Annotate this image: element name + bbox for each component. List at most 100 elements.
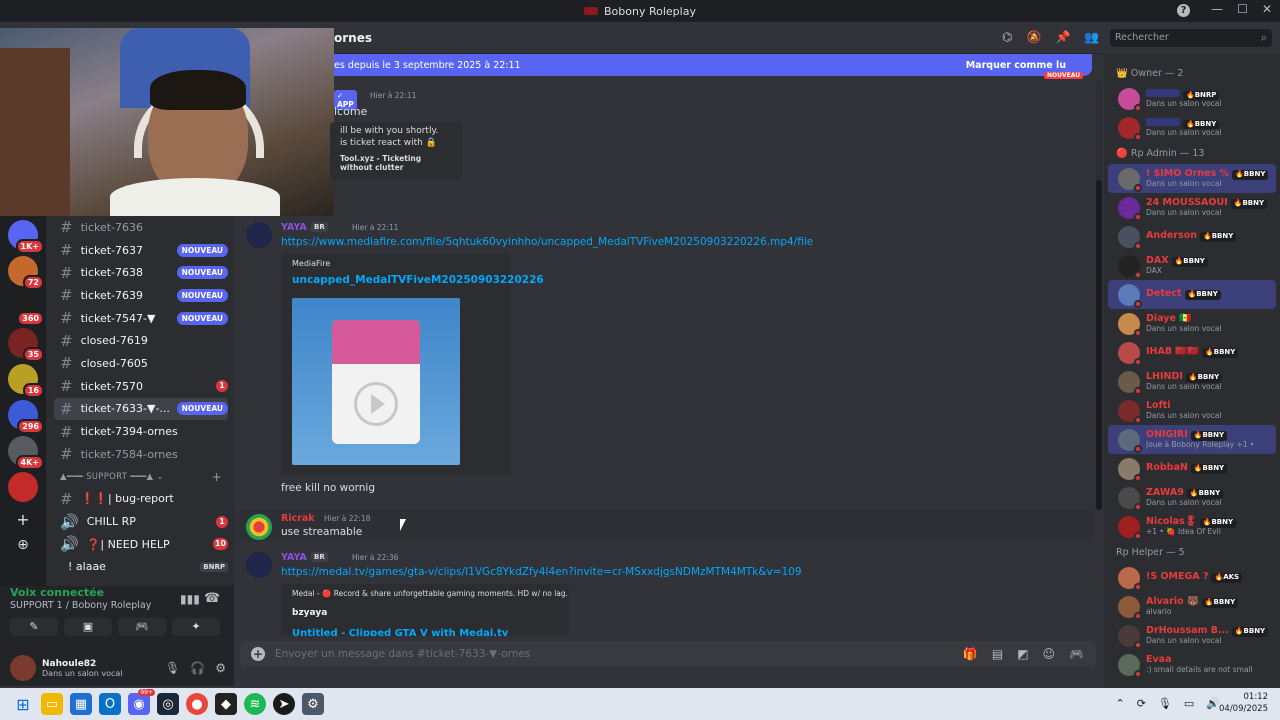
member-item[interactable]: ONIGIRI 🔥BBNY Joue à Bobony Roleplay +1 • bbox=[1108, 425, 1276, 454]
app-icon[interactable]: ◆ bbox=[215, 693, 237, 715]
member-item[interactable]: DrHoussam B... 🔥BBNY Dans un salon vocal bbox=[1108, 621, 1276, 650]
battery-icon[interactable]: ▭ bbox=[1184, 697, 1194, 710]
store-icon[interactable]: ▦ bbox=[70, 693, 92, 715]
channel-item[interactable]: 🔊 CHILL RP 1 bbox=[54, 510, 228, 533]
headphones-icon[interactable]: 🎧 bbox=[190, 661, 205, 675]
message-input[interactable]: Envoyer un message dans #ticket-7633-▼-o… bbox=[275, 648, 530, 660]
channel-item[interactable]: # ticket-7547-▼ NOUVEAU bbox=[54, 307, 228, 330]
close-button[interactable]: ✕ bbox=[1262, 2, 1272, 16]
channel-item[interactable]: # ticket-7637 NOUVEAU bbox=[54, 239, 228, 262]
member-item[interactable]: 🔥BBNY Dans un salon vocal bbox=[1108, 113, 1276, 142]
server-icon[interactable]: 16 bbox=[8, 364, 44, 398]
member-item[interactable]: RobbaN 🔥BBNY bbox=[1108, 454, 1276, 483]
member-item[interactable]: ! $IMO Ornes % 🔥BBNY Dans un salon vocal bbox=[1108, 164, 1276, 193]
gift-icon[interactable]: 🎁 bbox=[963, 647, 978, 661]
channel-item[interactable]: # ticket-7394-ornes bbox=[54, 420, 228, 443]
app-icon[interactable]: ➤ bbox=[273, 693, 295, 715]
message-scrollbar[interactable] bbox=[1096, 80, 1102, 510]
server-icon[interactable]: 72 bbox=[8, 256, 44, 290]
member-item[interactable]: Nicolas🎖 🔥BBNY +1 • 🍓 Idea Of Evil bbox=[1108, 512, 1276, 541]
emoji-icon[interactable]: ☺ bbox=[1043, 647, 1056, 661]
steam-icon[interactable]: ◎ bbox=[157, 693, 179, 715]
category-support[interactable]: ▲━━━ SUPPORT ━━━▲ ⌄ + bbox=[46, 466, 234, 488]
upload-plus-icon[interactable]: + bbox=[251, 647, 265, 661]
volume-icon[interactable]: 🔊 bbox=[1206, 697, 1220, 710]
discord-taskbar-icon[interactable]: ◉ 99+ bbox=[128, 689, 155, 715]
message-author[interactable]: Ricrak bbox=[281, 513, 315, 524]
add-server-icon[interactable]: + bbox=[0, 510, 46, 529]
member-item[interactable]: IHAB 🇲🇦🇲🇦 🔥BBNY bbox=[1108, 338, 1276, 367]
embed-provider[interactable]: MediaFire bbox=[292, 259, 330, 268]
camera-button[interactable]: ✎ bbox=[10, 618, 58, 636]
channel-item[interactable]: # ticket-7639 NOUVEAU bbox=[54, 284, 228, 307]
screen-share-button[interactable]: ▣ bbox=[64, 618, 112, 636]
sticker-icon[interactable]: ◩ bbox=[1017, 647, 1028, 661]
embed-title[interactable]: uncapped_MedalTVFiveM20250903220226 bbox=[292, 274, 544, 286]
member-item[interactable]: Lofti Dans un salon vocal bbox=[1108, 396, 1276, 425]
server-icon[interactable]: 1K+ bbox=[8, 220, 44, 254]
file-explorer-icon[interactable]: ▭ bbox=[41, 693, 63, 715]
threads-icon[interactable]: ⌬ bbox=[1002, 30, 1012, 44]
channel-item[interactable]: ! alaae BNRP bbox=[54, 556, 228, 579]
author-avatar[interactable] bbox=[246, 514, 272, 540]
member-item[interactable]: !S OMEGA ? 🔥AKS bbox=[1108, 563, 1276, 592]
clock[interactable]: 01:12 04/09/2025 bbox=[1219, 691, 1268, 715]
embed-provider[interactable]: Medal - 🔴 Record & share unforgettable g… bbox=[292, 589, 568, 598]
new-messages-bar[interactable]: es depuis le 3 septembre 2025 à 22:11 Ma… bbox=[334, 54, 1092, 76]
member-item[interactable]: Evaa:) small details are not small bbox=[1108, 650, 1276, 679]
channel-item[interactable]: # closed-7605 bbox=[54, 352, 228, 375]
voice-connected-label[interactable]: Voix connectée bbox=[10, 586, 104, 599]
explore-icon[interactable]: ⊕ bbox=[0, 537, 46, 553]
server-icon[interactable]: 296 bbox=[8, 400, 44, 434]
members-icon[interactable]: 👥 bbox=[1084, 30, 1099, 44]
mute-bell-icon[interactable]: 🔕 bbox=[1026, 30, 1041, 44]
member-item[interactable]: ZAWA9 🔥BBNY Dans un salon vocal bbox=[1108, 483, 1276, 512]
member-item[interactable]: Alvario 🐻 🔥BBNY alvario bbox=[1108, 592, 1276, 621]
channel-item[interactable]: # ticket-7638 NOUVEAU bbox=[54, 261, 228, 284]
user-name[interactable]: Nahoule82 bbox=[42, 659, 122, 669]
minimize-button[interactable]: — bbox=[1211, 2, 1223, 16]
voice-server-label[interactable]: SUPPORT 1 / Bobony Roleplay bbox=[10, 600, 151, 611]
channel-item[interactable]: 🔊 ❓| NEED HELP 10 bbox=[54, 533, 228, 556]
embed-thumbnail[interactable] bbox=[292, 298, 460, 465]
settings-icon[interactable]: ⚙ bbox=[302, 693, 324, 715]
message-author[interactable]: YAYA bbox=[281, 222, 307, 233]
embed-title[interactable]: Untitled - Clipped GTA V with Medal.tv bbox=[292, 628, 508, 636]
embed-author[interactable]: bzyaya bbox=[292, 608, 327, 618]
mark-as-read-button[interactable]: Marquer comme lu bbox=[966, 60, 1066, 71]
chevron-up-icon[interactable]: ⌃ bbox=[1115, 697, 1124, 710]
pin-icon[interactable]: 📌 bbox=[1055, 30, 1070, 44]
disconnect-icon[interactable]: ☎ bbox=[204, 591, 220, 606]
help-icon[interactable]: ? bbox=[1177, 4, 1190, 17]
chrome-icon[interactable]: ● bbox=[186, 693, 208, 715]
settings-gear-icon[interactable]: ⚙ bbox=[215, 661, 226, 675]
message-author[interactable]: YAYA bbox=[281, 552, 307, 563]
channel-item[interactable]: # closed-7619 bbox=[54, 329, 228, 352]
member-item[interactable]: LHINDI 🔥BBNY Dans un salon vocal bbox=[1108, 367, 1276, 396]
soundboard-button[interactable]: ✦ bbox=[172, 618, 220, 636]
member-item[interactable]: 24 MOUSSAOUI 🔥BBNY Dans un salon vocal bbox=[1108, 193, 1276, 222]
server-icon[interactable]: 360 bbox=[8, 292, 44, 326]
author-avatar[interactable] bbox=[246, 222, 272, 248]
user-avatar[interactable] bbox=[10, 655, 36, 681]
member-item[interactable]: DAX 🔥BBNY DAX bbox=[1108, 251, 1276, 280]
channel-item[interactable]: # ticket-7636 bbox=[54, 216, 228, 239]
apps-icon[interactable]: 🎮 bbox=[1069, 647, 1084, 661]
microphone-icon[interactable]: 🎙 bbox=[165, 661, 180, 675]
author-avatar[interactable] bbox=[246, 552, 272, 578]
message-link[interactable]: https://www.mediafire.com/file/5qhtuk60v… bbox=[281, 236, 813, 248]
add-channel-icon[interactable]: + bbox=[212, 470, 222, 484]
maximize-button[interactable]: ☐ bbox=[1237, 2, 1248, 16]
mic-icon[interactable]: 🎙 bbox=[1158, 697, 1172, 710]
windows-start-icon[interactable]: ⊞ bbox=[12, 693, 34, 715]
member-item[interactable]: Detect 🔥BBNY bbox=[1108, 280, 1276, 309]
server-icon[interactable]: 4K+ bbox=[8, 436, 44, 470]
message-composer[interactable]: + Envoyer un message dans #ticket-7633-▼… bbox=[240, 641, 1096, 667]
member-item[interactable]: Diaye 🇸🇳 Dans un salon vocal bbox=[1108, 309, 1276, 338]
server-icon[interactable]: 35 bbox=[8, 328, 44, 362]
spotify-icon[interactable]: ≋ bbox=[244, 693, 266, 715]
voice-signal-icon[interactable]: ▮▮▮ bbox=[180, 592, 200, 606]
outlook-icon[interactable]: O bbox=[99, 693, 121, 715]
member-item[interactable]: 🔥BNRP Dans un salon vocal bbox=[1108, 84, 1276, 113]
search-input[interactable]: Rechercher ⌕ bbox=[1110, 29, 1272, 47]
